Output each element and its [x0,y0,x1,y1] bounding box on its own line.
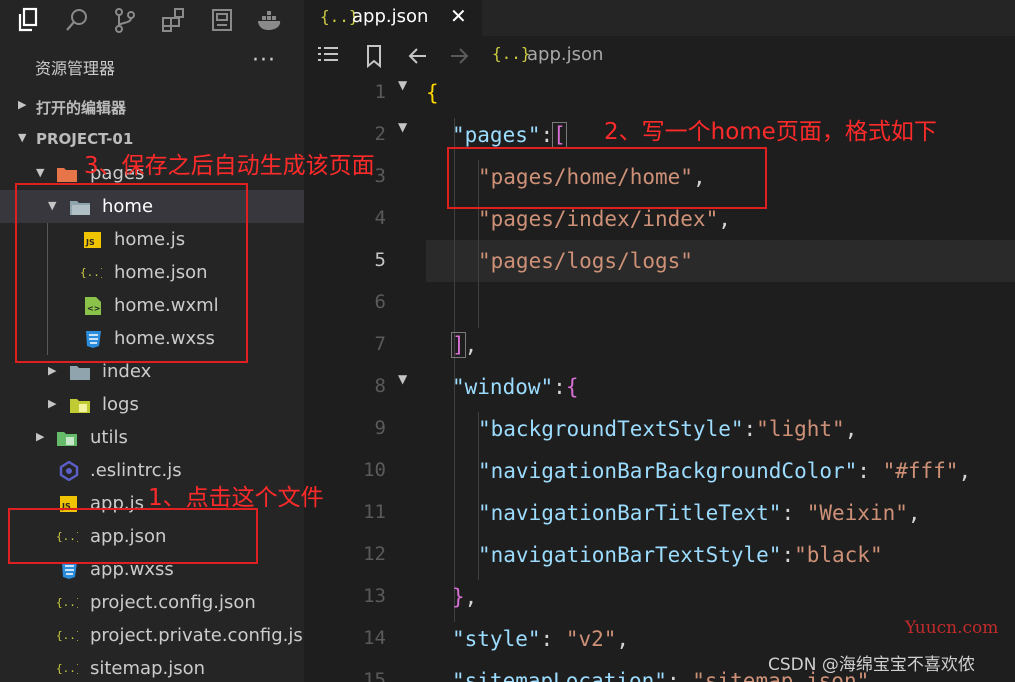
list-icon[interactable] [316,44,340,71]
json-file-icon: {..} [56,592,84,612]
source-control-icon[interactable] [109,4,141,36]
open-editors-section[interactable]: ▶ 打开的编辑器 [0,91,304,124]
annotation-box-code [447,147,767,209]
svg-text:{..}: {..} [56,596,78,609]
chevron-right-icon: ▶ [18,98,27,111]
code-line-1: { [426,81,439,105]
line-number: 8 [374,375,386,397]
watermark-author: CSDN @海绵宝宝不喜欢侬 [768,655,975,675]
code-line-9: "backgroundTextStyle":"light", [478,417,858,441]
arrow-right-icon[interactable] [447,44,471,73]
code-line-12: "navigationBarTextStyle":"black" [478,543,883,567]
eslint-file-icon [58,460,80,482]
line-number: 7 [374,333,386,355]
explorer-header: 资源管理器 ··· [0,44,304,84]
tree-item-sitemap[interactable]: {..} sitemap.json [0,652,304,682]
fold-chevron-icon[interactable]: ▼ [398,120,407,134]
annotation-step3: 3、保存之后自动生成该页面 [84,153,375,179]
tree-item-label: sitemap.json [90,658,206,679]
svg-text:{..}: {..} [56,629,78,642]
line-number: 13 [363,585,386,607]
annotation-step1: 1、点击这个文件 [148,485,324,511]
folder-pages-icon [56,164,78,184]
line-number: 2 [374,123,386,145]
line-number: 14 [363,627,386,649]
breadcrumb-file[interactable]: app.json [527,44,603,65]
line-number: 1 [374,81,386,103]
more-actions-icon[interactable]: ··· [252,48,276,73]
chevron-right-icon: ▶ [48,364,57,377]
annotation-box-home-folder [15,183,248,363]
docker-icon[interactable] [254,4,286,36]
code-line-10: "navigationBarBackgroundColor": "#fff", [478,459,972,483]
folder-logs-icon [69,395,91,415]
tree-item-project-private-config[interactable]: {..} project.private.config.js... [0,619,304,652]
json-file-icon: {..} [56,625,84,645]
arrow-left-icon[interactable] [406,44,430,73]
code-line-11: "navigationBarTitleText": "Weixin", [478,501,921,525]
code-line-8: "window":{ [452,375,579,399]
chevron-right-icon: ▶ [36,430,45,443]
explorer-title: 资源管理器 [35,59,116,78]
tree-item-utils[interactable]: ▶ utils [0,421,304,454]
extensions-icon[interactable] [157,4,189,36]
files-icon[interactable] [14,4,46,36]
activity-bar [0,0,304,40]
breadcrumb: {..} app.json [304,36,1015,76]
tab-app-json[interactable]: {..} app.json ✕ [304,0,482,36]
tree-item-label: index [102,361,152,382]
tree-item-label: project.private.config.js... [90,625,304,646]
chevron-down-icon: ▼ [18,131,27,144]
chevron-right-icon: ▶ [48,397,57,410]
line-number-active: 5 [374,249,386,271]
close-icon[interactable]: ✕ [450,4,467,28]
tab-label: app.json [352,6,429,27]
svg-text:{..}: {..} [56,662,78,675]
open-editors-label: 打开的编辑器 [36,99,127,117]
line-number: 12 [363,543,386,565]
code-line-5: "pages/logs/logs" [478,249,693,273]
tree-item-label: logs [102,394,139,415]
chevron-down-icon: ▼ [36,166,45,179]
bookmark-icon[interactable] [364,44,384,73]
editor-tab-bar: {..} app.json ✕ [304,0,1015,36]
annotation-box-app-json [8,508,258,564]
code-line-13: }, [452,585,478,609]
search-icon[interactable] [61,4,93,36]
tree-item-label: project.config.json [90,592,256,613]
line-number: 4 [374,207,386,229]
line-number: 6 [374,291,386,313]
folder-utils-icon [56,428,78,448]
code-line-14: "style": "v2", [452,627,630,651]
tree-item-label: utils [90,427,128,448]
watermark-site: Yuucn.com [905,618,999,638]
tree-item-project-config[interactable]: {..} project.config.json [0,586,304,619]
annotation-step2: 2、写一个home页面，格式如下 [604,119,937,145]
remote-icon[interactable] [206,4,238,36]
json-file-icon: {..} [492,44,531,63]
json-file-icon: {..} [56,658,84,678]
folder-icon [69,362,91,382]
fold-chevron-icon[interactable]: ▼ [398,78,407,92]
line-number: 9 [374,417,386,439]
fold-chevron-icon[interactable]: ▼ [398,372,407,386]
line-number: 15 [363,669,386,682]
tree-item-logs[interactable]: ▶ logs [0,388,304,421]
code-line-7: ], [451,332,478,358]
